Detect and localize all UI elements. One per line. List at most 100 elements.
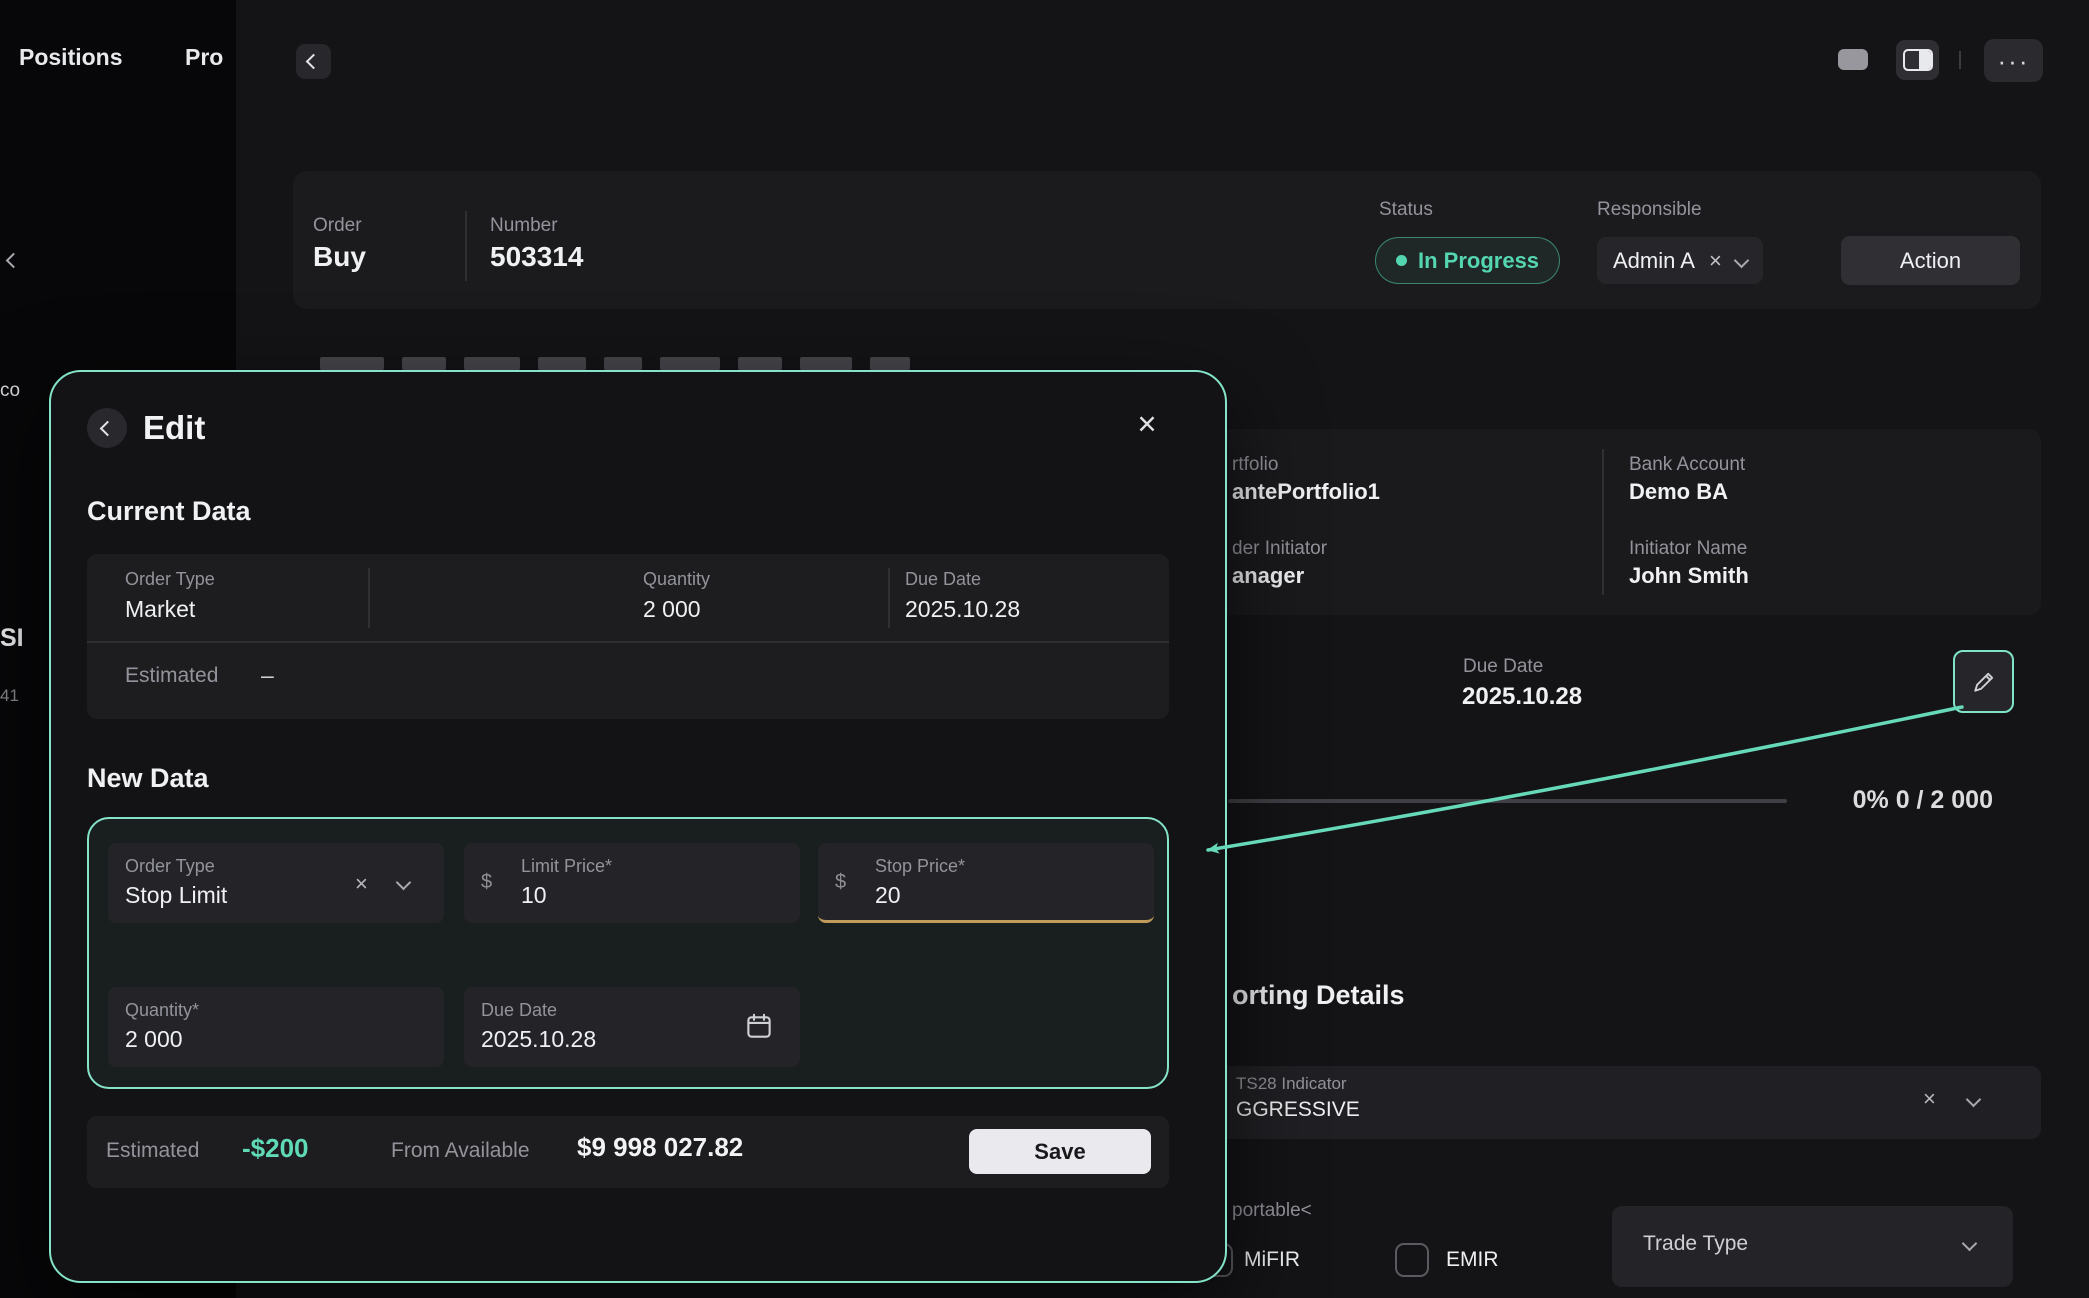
- quantity-field[interactable]: Quantity* 2 000: [108, 987, 444, 1067]
- responsible-value: Admin A: [1613, 248, 1695, 274]
- stop-price-value: 20: [875, 882, 901, 909]
- obscured-text: [464, 357, 520, 370]
- sidebar-fragment: 41: [0, 686, 19, 706]
- layout-compact-icon[interactable]: [1838, 49, 1868, 75]
- order-value: Buy: [313, 241, 366, 273]
- responsible-select[interactable]: Admin A ×: [1597, 237, 1763, 284]
- edit-modal: Edit × Current Data Order Type Market Qu…: [49, 370, 1227, 1283]
- from-available-value: $9 998 027.82: [577, 1132, 743, 1163]
- emir-label: EMIR: [1446, 1248, 1499, 1272]
- portfolio-label: rtfolio: [1232, 454, 1278, 476]
- order-initiator-value: anager: [1232, 563, 1304, 589]
- currency-icon: $: [481, 871, 492, 894]
- limit-price-field[interactable]: $ Limit Price* 10: [464, 843, 800, 923]
- due-date-field[interactable]: Due Date 2025.10.28: [464, 987, 800, 1067]
- status-text: In Progress: [1418, 248, 1539, 274]
- rts28-value: GGRESSIVE: [1236, 1098, 1360, 1122]
- more-options-button[interactable]: ···: [1984, 39, 2043, 82]
- tab-positions[interactable]: Positions: [19, 44, 123, 71]
- split-view-icon: [1903, 49, 1933, 71]
- current-data-card: Order Type Market Quantity 2 000 Due Dat…: [87, 554, 1169, 719]
- collapse-icon[interactable]: [6, 253, 22, 269]
- current-due-date-value: 2025.10.28: [905, 596, 1020, 623]
- chevron-down-icon[interactable]: [1962, 1236, 1978, 1252]
- current-order-type-label: Order Type: [125, 569, 215, 590]
- obscured-text: [320, 357, 384, 370]
- obscured-text: [402, 357, 446, 370]
- status-dot-icon: [1396, 255, 1407, 266]
- chevron-left-icon: [306, 54, 322, 70]
- edit-due-date-button[interactable]: [1953, 650, 2014, 713]
- clear-icon[interactable]: ×: [1709, 248, 1722, 274]
- divider: [368, 568, 370, 628]
- chevron-down-icon[interactable]: [1734, 253, 1750, 269]
- obscured-text: [660, 357, 720, 370]
- modal-close-button[interactable]: ×: [1127, 404, 1167, 444]
- order-initiator-label: der Initiator: [1232, 538, 1327, 560]
- app-root: Positions Pro co SI 41 ··· Order Buy Num…: [0, 0, 2089, 1298]
- stop-price-label: Stop Price*: [875, 856, 965, 877]
- stop-price-field[interactable]: $ Stop Price* 20: [818, 843, 1154, 923]
- obscured-text: [870, 357, 910, 370]
- number-value: 503314: [490, 241, 583, 273]
- action-button[interactable]: Action: [1841, 236, 2020, 285]
- tab-products[interactable]: Pro: [185, 44, 223, 71]
- new-data-heading: New Data: [87, 763, 209, 794]
- bank-account-label: Bank Account: [1629, 454, 1745, 476]
- progress-summary: 0% 0 / 2 000: [1730, 786, 1993, 815]
- chevron-down-icon[interactable]: [396, 875, 412, 891]
- modal-title: Edit: [143, 409, 205, 447]
- current-data-heading: Current Data: [87, 496, 251, 527]
- quantity-label: Quantity*: [125, 1000, 199, 1021]
- sidebar-fragment: co: [0, 380, 20, 402]
- status-badge: In Progress: [1375, 237, 1560, 284]
- modal-back-button[interactable]: [87, 408, 127, 448]
- order-type-label: Order Type: [125, 856, 215, 877]
- current-quantity-label: Quantity: [643, 569, 710, 590]
- calendar-icon[interactable]: [744, 1011, 774, 1041]
- rts28-select[interactable]: TS28 Indicator GGRESSIVE ×: [1180, 1066, 2041, 1139]
- sidebar-fragment: SI: [0, 624, 24, 653]
- modal-footer: Estimated -$200 From Available $9 998 02…: [87, 1116, 1169, 1188]
- progress-bar: [1228, 799, 1787, 803]
- status-label: Status: [1379, 199, 1433, 221]
- clear-icon[interactable]: ×: [1923, 1086, 1936, 1112]
- limit-price-label: Limit Price*: [521, 856, 612, 877]
- current-estimated-label: Estimated: [125, 664, 218, 688]
- obscured-text: [604, 357, 642, 370]
- initiator-name-value: John Smith: [1629, 563, 1749, 589]
- responsible-label: Responsible: [1597, 199, 1702, 221]
- portfolio-value: antePortfolio1: [1232, 479, 1380, 505]
- obscured-text: [800, 357, 852, 370]
- bank-account-value: Demo BA: [1629, 479, 1728, 505]
- chevron-down-icon[interactable]: [1966, 1092, 1982, 1108]
- due-date-field-label: Due Date: [481, 1000, 557, 1021]
- reportable-label: portable<: [1232, 1200, 1312, 1222]
- divider: [87, 641, 1169, 643]
- topbar-divider: [1959, 51, 1961, 69]
- number-label: Number: [490, 215, 558, 237]
- quantity-value: 2 000: [125, 1026, 183, 1053]
- currency-icon: $: [835, 871, 846, 894]
- layout-split-button[interactable]: [1896, 40, 1939, 80]
- save-button[interactable]: Save: [969, 1129, 1151, 1174]
- back-button[interactable]: [296, 44, 331, 79]
- order-type-select[interactable]: Order Type Stop Limit ×: [108, 843, 444, 923]
- chevron-left-icon: [99, 420, 115, 436]
- rts28-label: TS28 Indicator: [1236, 1074, 1347, 1094]
- estimated-value: -$200: [242, 1133, 309, 1164]
- new-data-highlight-box: Order Type Stop Limit × $ Limit Price* 1…: [87, 817, 1169, 1089]
- emir-checkbox[interactable]: [1395, 1243, 1429, 1277]
- due-date-field-value: 2025.10.28: [481, 1026, 596, 1053]
- limit-price-value: 10: [521, 882, 547, 909]
- current-order-type-value: Market: [125, 596, 195, 623]
- trade-type-select[interactable]: Trade Type: [1612, 1206, 2013, 1287]
- order-type-value: Stop Limit: [125, 882, 227, 909]
- due-date-label: Due Date: [1463, 656, 1543, 678]
- mifir-label: MiFIR: [1244, 1248, 1300, 1272]
- order-header-card: Order Buy Number 503314 Status In Progre…: [293, 171, 2041, 309]
- initiator-name-label: Initiator Name: [1629, 538, 1747, 560]
- divider: [888, 568, 890, 628]
- clear-icon[interactable]: ×: [355, 871, 368, 897]
- due-date-value: 2025.10.28: [1462, 683, 1582, 711]
